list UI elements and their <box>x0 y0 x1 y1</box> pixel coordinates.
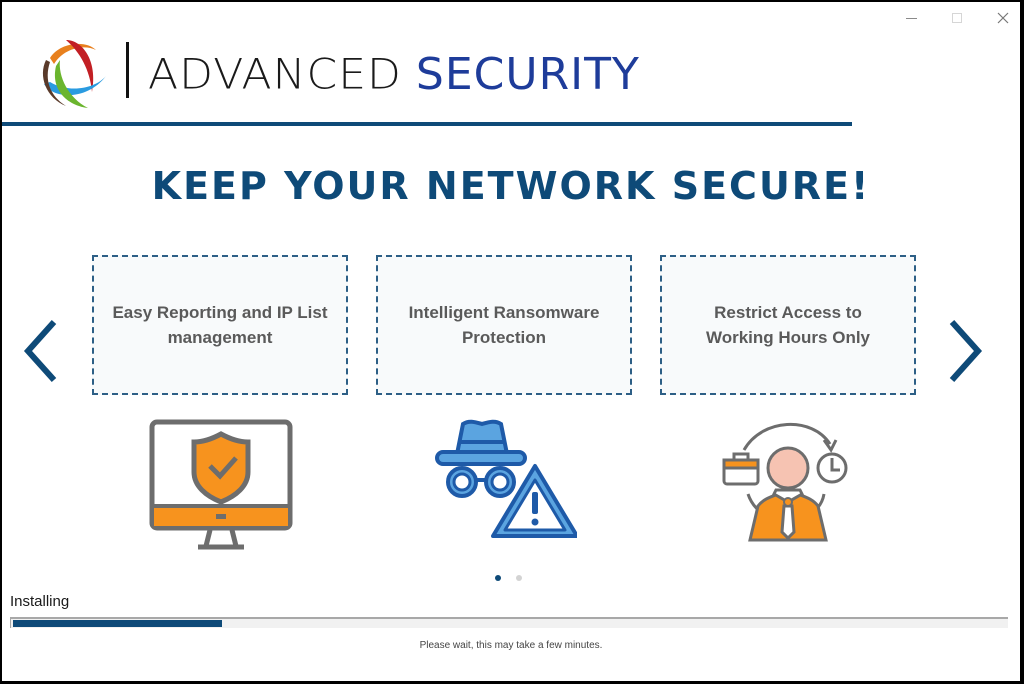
maximize-button[interactable] <box>944 8 970 28</box>
close-button[interactable] <box>990 8 1016 28</box>
feature-card-ransomware: Intelligent Ransomware Protection <box>376 255 632 395</box>
carousel-dot-2[interactable] <box>516 575 522 581</box>
spy-warning-icon <box>435 419 577 538</box>
logo-divider <box>126 42 129 98</box>
carousel-prev-button[interactable] <box>20 316 60 386</box>
install-status: Installing <box>10 593 70 610</box>
close-icon <box>997 12 1009 24</box>
carousel-dot-1[interactable] <box>495 575 501 581</box>
carousel-next-button[interactable] <box>946 316 986 386</box>
chevron-right-icon <box>949 319 983 383</box>
monitor-shield-icon <box>149 419 293 550</box>
feature-card-working-hours: Restrict Access to Working Hours Only <box>660 255 916 395</box>
feature-card-text: Intelligent Ransomware Protection <box>408 303 600 347</box>
maximize-icon <box>952 13 962 23</box>
chevron-left-icon <box>23 319 57 383</box>
minimize-icon <box>905 17 917 19</box>
feature-card-text: Easy Reporting and IP List management <box>112 303 328 347</box>
brand-primary: ADVANCED <box>148 49 402 99</box>
minimize-button[interactable] <box>898 8 924 28</box>
install-progress-fill <box>13 620 223 627</box>
feature-card-reporting: Easy Reporting and IP List management <box>92 255 348 395</box>
page-headline: KEEP YOUR NETWORK SECURE! <box>151 164 871 208</box>
header-divider <box>2 122 852 126</box>
globe-rings-logo <box>42 40 106 108</box>
feature-card-text: Restrict Access to Working Hours Only <box>705 303 871 347</box>
install-message: Please wait, this may take a few minutes… <box>419 640 603 651</box>
worker-clock-icon <box>722 422 848 542</box>
installer-window: ADVANCED SECURITY KEEP YOUR NETWORK SECU… <box>2 2 1020 681</box>
brand-name: ADVANCED SECURITY <box>148 44 640 104</box>
install-progress-bar <box>10 617 1008 628</box>
brand-secondary: SECURITY <box>415 48 640 100</box>
